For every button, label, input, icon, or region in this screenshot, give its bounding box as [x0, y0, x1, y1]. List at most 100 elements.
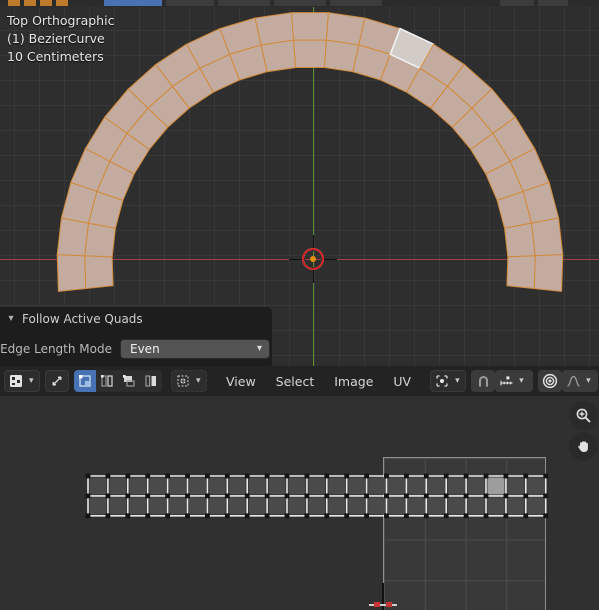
header-button[interactable]: [274, 0, 326, 6]
uv-vertex[interactable]: [543, 493, 549, 499]
menu-view[interactable]: View: [216, 374, 266, 389]
pan-gizmo[interactable]: [569, 432, 598, 461]
uv-vertex[interactable]: [463, 513, 469, 519]
uv-face[interactable]: [89, 497, 107, 515]
uv-vertex[interactable]: [165, 493, 170, 499]
uv-vertex[interactable]: [264, 493, 270, 499]
uv-face[interactable]: [248, 477, 266, 495]
snap-magnet-toggle[interactable]: [471, 370, 496, 392]
uv-face[interactable]: [407, 497, 425, 515]
uv-face[interactable]: [189, 497, 206, 515]
uv-vertex[interactable]: [384, 493, 389, 499]
uv-face[interactable]: [208, 477, 226, 495]
uv-face[interactable]: [149, 497, 167, 515]
uv-face[interactable]: [288, 477, 306, 495]
uv-vertex[interactable]: [503, 493, 509, 499]
uv-sync-selection-button[interactable]: [45, 370, 69, 392]
proportional-edit-toggle[interactable]: [538, 370, 563, 392]
uv-island-mesh[interactable]: [0, 396, 599, 610]
uv-vertex[interactable]: [364, 513, 369, 519]
uv-vertex[interactable]: [244, 513, 250, 519]
uv-face[interactable]: [129, 497, 147, 515]
uv-vertex[interactable]: [145, 493, 151, 499]
uv-face[interactable]: [149, 477, 167, 495]
uv-vertex[interactable]: [423, 473, 429, 479]
uv-vertex[interactable]: [244, 493, 250, 499]
uv-vertex[interactable]: [304, 473, 310, 479]
uv-vertex[interactable]: [264, 473, 270, 479]
uv-face[interactable]: [109, 477, 127, 495]
workspace-tab[interactable]: [56, 0, 68, 6]
uv-vertex[interactable]: [364, 493, 369, 499]
uv-face[interactable]: [527, 477, 545, 495]
header-button[interactable]: [330, 0, 382, 6]
uv-vertex[interactable]: [185, 493, 190, 499]
uv-vertex[interactable]: [503, 473, 509, 479]
snap-target-selector[interactable]: ▾: [495, 370, 534, 392]
uv-vertex[interactable]: [344, 473, 350, 479]
editor-type-selector[interactable]: ▾: [4, 370, 40, 392]
uv-vertex[interactable]: [284, 493, 290, 499]
uv-vertex[interactable]: [384, 473, 389, 479]
uv-vertex[interactable]: [324, 493, 330, 499]
uv-vertex[interactable]: [224, 493, 230, 499]
pivot-point-selector[interactable]: ▾: [430, 370, 467, 392]
uv-face[interactable]: [427, 497, 445, 515]
edge-length-mode-dropdown[interactable]: Even ▾: [120, 339, 270, 359]
uv-face[interactable]: [328, 497, 346, 515]
uv-face[interactable]: [447, 497, 465, 515]
uv-vertex[interactable]: [145, 473, 151, 479]
uv-face[interactable]: [388, 497, 405, 515]
uv-select-mode-group[interactable]: [74, 370, 162, 392]
uv-vertex[interactable]: [304, 513, 310, 519]
active-mode-button[interactable]: [104, 0, 162, 6]
uv-vertex[interactable]: [165, 513, 170, 519]
uv-face[interactable]: [248, 497, 266, 515]
header-button[interactable]: [218, 0, 270, 6]
uv-vertex[interactable]: [423, 493, 429, 499]
uv-vertex[interactable]: [483, 513, 489, 519]
uv-vertex[interactable]: [85, 513, 91, 519]
uv-vertex[interactable]: [364, 473, 369, 479]
uv-island-select-icon[interactable]: [140, 370, 162, 392]
uv-vertex[interactable]: [463, 473, 469, 479]
uv-face[interactable]: [507, 497, 525, 515]
workspace-tab[interactable]: [24, 0, 36, 6]
uv-vertex[interactable]: [523, 513, 529, 519]
uv-face-select-icon[interactable]: [118, 370, 140, 392]
uv-vertex[interactable]: [125, 513, 131, 519]
uv-face[interactable]: [407, 477, 425, 495]
uv-vertex[interactable]: [284, 473, 290, 479]
uv-vertex[interactable]: [205, 493, 210, 499]
uv-vertex[interactable]: [224, 513, 230, 519]
uv-vertex[interactable]: [324, 513, 330, 519]
uv-vertex[interactable]: [404, 513, 409, 519]
uv-face[interactable]: [427, 477, 445, 495]
uv-face[interactable]: [507, 477, 525, 495]
chevron-down-icon[interactable]: ▾: [0, 314, 22, 324]
uv-face[interactable]: [368, 497, 385, 515]
menu-uv[interactable]: UV: [383, 374, 421, 389]
menu-image[interactable]: Image: [324, 374, 383, 389]
uv-vertex[interactable]: [404, 473, 409, 479]
uv-vertex[interactable]: [85, 493, 91, 499]
uv-vertex[interactable]: [523, 493, 529, 499]
uv-face[interactable]: [89, 477, 107, 495]
uv-editor-canvas[interactable]: [0, 396, 599, 610]
uv-vertex[interactable]: [165, 473, 170, 479]
uv-face[interactable]: [308, 497, 326, 515]
workspace-tab[interactable]: [8, 0, 20, 6]
uv-vertex[interactable]: [483, 493, 489, 499]
uv-face[interactable]: [328, 477, 346, 495]
uv-vertex[interactable]: [423, 513, 429, 519]
uv-face[interactable]: [467, 477, 485, 495]
uv-face[interactable]: [348, 477, 366, 495]
uv-vertex[interactable]: [404, 493, 409, 499]
uv-vertex[interactable]: [205, 513, 210, 519]
uv-face[interactable]: [368, 477, 385, 495]
uv-face[interactable]: [189, 477, 206, 495]
uv-vertex[interactable]: [543, 513, 549, 519]
uv-vertex[interactable]: [244, 473, 250, 479]
proportional-falloff-selector[interactable]: ▾: [562, 370, 599, 392]
uv-face[interactable]: [447, 477, 465, 495]
